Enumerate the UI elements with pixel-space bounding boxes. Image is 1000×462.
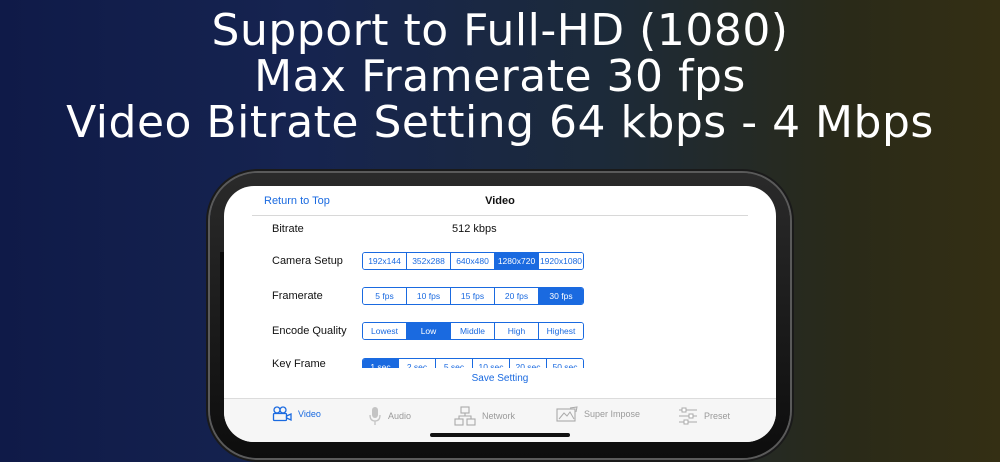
network-icon (454, 406, 476, 426)
bitrate-value[interactable]: 512 kbps (452, 223, 497, 235)
encode-quality-label: Encode Quality (272, 325, 347, 337)
tab-audio[interactable]: Audio (368, 406, 411, 426)
quality-option-lowest[interactable]: Lowest (363, 323, 407, 339)
keyframe-option-20sec[interactable]: 20 sec (510, 359, 547, 368)
microphone-icon (368, 406, 382, 426)
encode-quality-segmented-control: Lowest Low Middle High Highest (362, 322, 584, 340)
camera-option-352x288[interactable]: 352x288 (407, 253, 451, 269)
framerate-option-10fps[interactable]: 10 fps (407, 288, 451, 304)
tab-super-impose[interactable]: Super Impose (556, 406, 640, 422)
tab-super-impose-label: Super Impose (584, 409, 641, 419)
quality-option-low[interactable]: Low (407, 323, 451, 339)
keyframe-option-50sec[interactable]: 50 sec (547, 359, 583, 368)
headline-line-2: Max Framerate 30 fps (254, 51, 746, 102)
quality-option-highest[interactable]: Highest (539, 323, 583, 339)
keyframe-option-2sec[interactable]: 2 sec (399, 359, 436, 368)
preset-sliders-icon (678, 406, 698, 426)
camera-option-640x480[interactable]: 640x480 (451, 253, 495, 269)
key-frame-segmented-control: 1 sec 2 sec 5 sec 10 sec 20 sec 50 sec (362, 358, 584, 368)
keyframe-option-1sec[interactable]: 1 sec (363, 359, 399, 368)
headline-line-3: Video Bitrate Setting 64 kbps - 4 Mbps (66, 97, 934, 148)
tab-audio-label: Audio (388, 411, 412, 421)
tab-preset[interactable]: Preset (678, 406, 730, 426)
camera-option-1920x1080[interactable]: 1920x1080 (539, 253, 583, 269)
bitrate-label: Bitrate (272, 223, 304, 235)
tab-video[interactable]: Video (272, 406, 321, 422)
camera-setup-label: Camera Setup (272, 255, 343, 267)
keyframe-option-5sec[interactable]: 5 sec (436, 359, 473, 368)
camera-option-1280x720[interactable]: 1280x720 (495, 253, 539, 269)
video-camera-icon (272, 406, 292, 422)
framerate-option-30fps[interactable]: 30 fps (539, 288, 583, 304)
framerate-option-15fps[interactable]: 15 fps (451, 288, 495, 304)
framerate-option-5fps[interactable]: 5 fps (363, 288, 407, 304)
camera-option-192x144[interactable]: 192x144 (363, 253, 407, 269)
tab-video-label: Video (298, 409, 321, 419)
framerate-label: Framerate (272, 290, 323, 302)
framerate-option-20fps[interactable]: 20 fps (495, 288, 539, 304)
home-indicator (430, 433, 570, 437)
tab-network-label: Network (482, 411, 516, 421)
promo-headline: Support to Full-HD (1080) Max Framerate … (0, 8, 1000, 146)
quality-option-high[interactable]: High (495, 323, 539, 339)
tab-network[interactable]: Network (454, 406, 515, 426)
quality-option-middle[interactable]: Middle (451, 323, 495, 339)
return-to-top-button[interactable]: Return to Top (264, 195, 330, 207)
navigation-bar: Video Return to Top (252, 186, 748, 216)
save-setting-button[interactable]: Save Setting (224, 373, 776, 384)
super-impose-icon (556, 406, 578, 422)
key-frame-label: Key Frame (272, 358, 326, 368)
app-screen: Video Return to Top Bitrate 512 kbps Cam… (224, 186, 776, 442)
camera-setup-segmented-control: 192x144 352x288 640x480 1280x720 1920x10… (362, 252, 584, 270)
keyframe-option-10sec[interactable]: 10 sec (473, 359, 510, 368)
key-frame-row-scrolled: Key Frame 1 sec 2 sec 5 sec 10 sec 20 se… (224, 352, 776, 368)
framerate-segmented-control: 5 fps 10 fps 15 fps 20 fps 30 fps (362, 287, 584, 305)
tab-preset-label: Preset (704, 411, 731, 421)
headline-line-1: Support to Full-HD (1080) (211, 5, 789, 56)
